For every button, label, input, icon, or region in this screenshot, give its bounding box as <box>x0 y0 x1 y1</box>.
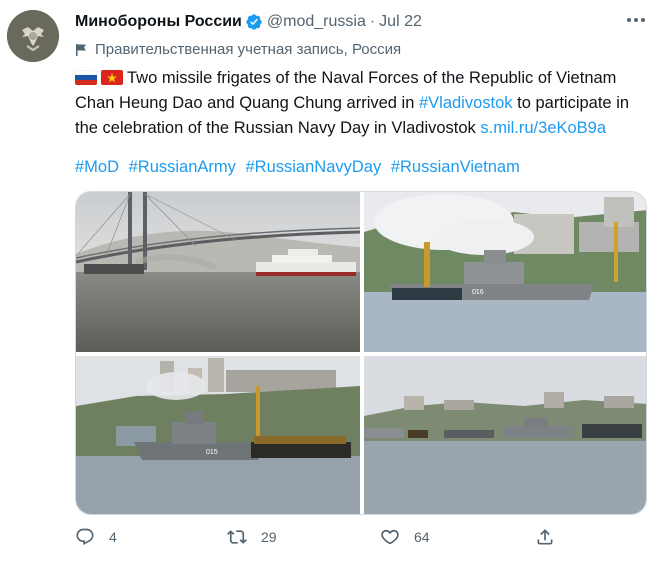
retweet-icon <box>227 530 247 544</box>
author-handle[interactable]: @mod_russia <box>267 13 366 31</box>
tweet-date[interactable]: Jul 22 <box>379 13 422 31</box>
vietnam-flag-icon <box>101 70 123 85</box>
government-label-text: Правительственная учетная запись, Россия <box>95 41 402 58</box>
like-button[interactable]: 64 <box>380 527 430 547</box>
photo-frigate-016[interactable]: 016 <box>364 192 646 352</box>
hashtag-russianvietnam[interactable]: #RussianVietnam <box>391 158 520 176</box>
tweet-text: Two missile frigates of the Naval Forces… <box>75 66 655 141</box>
hashtag-russianarmy[interactable]: #RussianArmy <box>129 158 236 176</box>
share-button[interactable] <box>535 527 569 547</box>
hashtag-list: #MoD #RussianArmy #RussianNavyDay #Russi… <box>75 158 525 177</box>
tweet-card[interactable]: Минобороны России @mod_russia · Jul 22 П… <box>0 0 670 562</box>
retweet-button[interactable]: 29 <box>227 527 277 547</box>
reply-count: 4 <box>109 529 117 545</box>
flag-icon <box>76 43 86 56</box>
media-grid: 016 015 <box>75 191 647 515</box>
reply-button[interactable]: 4 <box>75 527 117 547</box>
hashtag-mod[interactable]: #MoD <box>75 158 119 176</box>
heart-icon <box>381 529 399 545</box>
tweet-url-link[interactable]: s.mil.ru/3eKoB9a <box>480 119 606 137</box>
tweet-header: Минобороны России @mod_russia · Jul 22 <box>75 11 650 33</box>
author-name[interactable]: Минобороны России <box>75 13 242 31</box>
reply-icon <box>76 528 94 546</box>
vladivostok-hashtag-link[interactable]: #Vladivostok <box>419 94 513 112</box>
like-count: 64 <box>414 529 430 545</box>
tweet-actions: 4 29 64 <box>75 527 635 553</box>
emblem-icon <box>7 10 59 62</box>
avatar[interactable] <box>7 10 59 62</box>
retweet-count: 29 <box>261 529 277 545</box>
hull-number-016: 016 <box>472 289 484 296</box>
photo-frigate-015[interactable]: 015 <box>76 356 360 514</box>
hull-number-015: 015 <box>206 449 218 456</box>
photo-bridge[interactable] <box>76 192 360 352</box>
photo-harbor-panorama[interactable] <box>364 356 646 514</box>
government-account-label[interactable]: Правительственная учетная запись, Россия <box>75 41 401 58</box>
more-options-icon[interactable] <box>624 10 648 30</box>
verified-badge-icon <box>246 14 262 30</box>
share-icon <box>537 529 553 545</box>
russia-flag-icon <box>75 70 97 85</box>
separator-dot: · <box>369 13 376 30</box>
hashtag-russiannavyday[interactable]: #RussianNavyDay <box>246 158 382 176</box>
